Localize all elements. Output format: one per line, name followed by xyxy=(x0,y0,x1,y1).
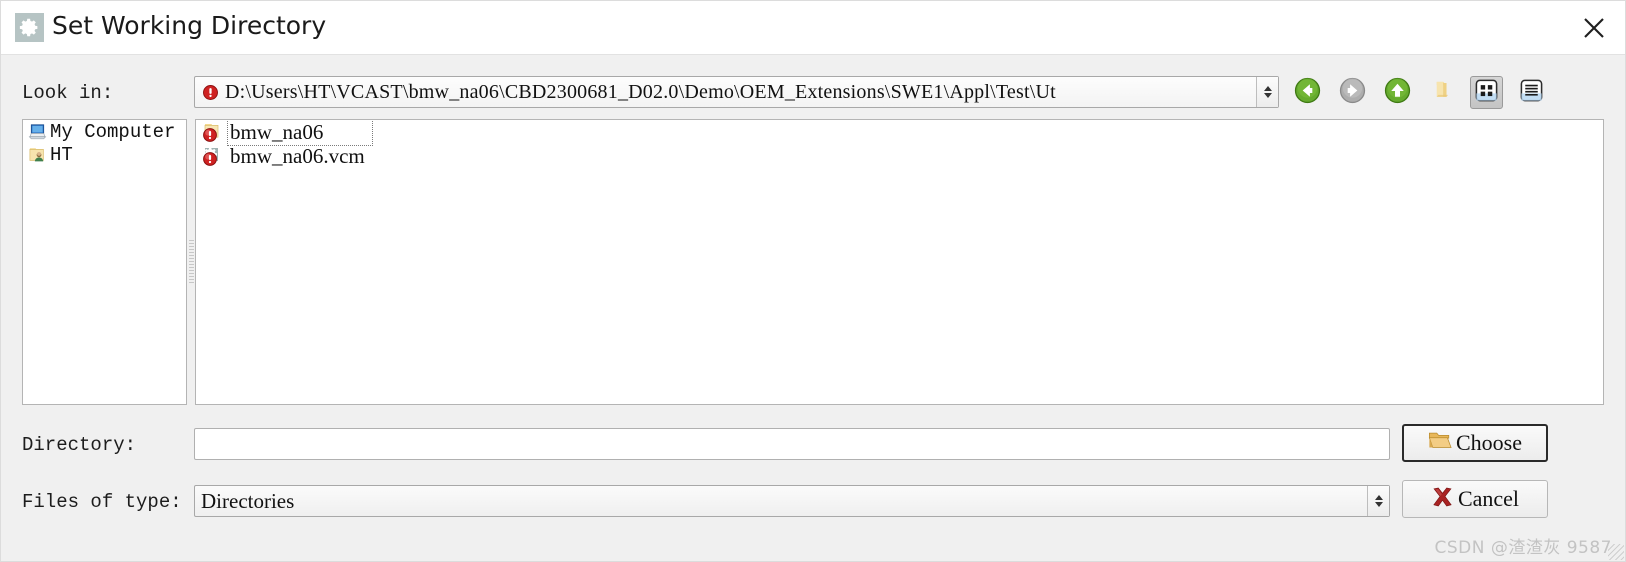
user-folder-icon xyxy=(28,145,50,164)
path-error-icon xyxy=(202,84,219,101)
chevron-down-icon xyxy=(1263,93,1272,98)
list-item[interactable]: bmw_na06 xyxy=(196,120,1603,146)
path-combobox-spinner[interactable] xyxy=(1256,77,1278,107)
sidebar-item-ht[interactable]: HT xyxy=(23,143,186,166)
path-value: D:\Users\HT\VCAST\bmw_na06\CBD2300681_D0… xyxy=(225,80,1056,103)
files-of-type-label: Files of type: xyxy=(22,491,182,513)
list-view-button[interactable] xyxy=(1470,76,1503,109)
new-folder-icon xyxy=(1430,78,1455,108)
path-combobox[interactable]: D:\Users\HT\VCAST\bmw_na06\CBD2300681_D0… xyxy=(194,76,1279,108)
look-in-label: Look in: xyxy=(22,82,114,104)
panel-splitter[interactable] xyxy=(187,119,195,405)
cancel-button[interactable]: Cancel xyxy=(1402,480,1548,518)
forward-button[interactable] xyxy=(1336,76,1369,109)
files-of-type-spinner[interactable] xyxy=(1367,486,1389,516)
choose-button[interactable]: Choose xyxy=(1402,424,1548,462)
choose-button-label: Choose xyxy=(1456,430,1522,455)
file-list-view[interactable]: bmw_na06 bmw_na06.vcm xyxy=(195,119,1604,405)
open-folder-icon xyxy=(1428,430,1452,456)
csdn-watermark: CSDN @渣渣灰 9587 xyxy=(1434,538,1612,558)
list-item-label: bmw_na06.vcm xyxy=(230,143,365,168)
files-of-type-value: Directories xyxy=(201,488,295,513)
parent-dir-button[interactable] xyxy=(1381,76,1414,109)
splitter-grip-icon xyxy=(188,240,194,284)
folder-error-icon xyxy=(202,121,228,143)
gear-error-icon xyxy=(202,145,228,167)
cancel-button-label: Cancel xyxy=(1457,486,1520,511)
list-item-label: bmw_na06 xyxy=(227,120,373,146)
gear-icon xyxy=(15,13,44,42)
close-button[interactable] xyxy=(1574,8,1614,48)
detail-view-icon xyxy=(1519,78,1544,108)
resize-grip-icon[interactable] xyxy=(1608,544,1624,560)
detail-view-button[interactable] xyxy=(1515,76,1548,109)
sidebar-item-my-computer[interactable]: My Computer xyxy=(23,120,186,143)
list-item[interactable]: bmw_na06.vcm xyxy=(196,144,1603,168)
sidebar-item-label: My Computer xyxy=(50,120,176,143)
arrow-left-circle-icon xyxy=(1294,77,1321,109)
set-working-directory-dialog: Set Working Directory Look in: D:\Users\… xyxy=(0,0,1626,562)
chevron-down-icon xyxy=(1374,502,1383,507)
new-folder-button[interactable] xyxy=(1426,76,1459,109)
arrow-right-circle-icon xyxy=(1339,77,1366,109)
window-title: Set Working Directory xyxy=(52,11,327,40)
directory-label: Directory: xyxy=(22,434,137,456)
arrow-up-circle-icon xyxy=(1384,77,1411,109)
places-sidebar[interactable]: My Computer HT xyxy=(22,119,187,405)
red-x-icon xyxy=(1431,486,1454,513)
directory-input[interactable] xyxy=(194,428,1390,460)
back-button[interactable] xyxy=(1291,76,1324,109)
chevron-up-icon xyxy=(1263,86,1272,91)
grid-view-icon xyxy=(1474,78,1499,108)
chevron-up-icon xyxy=(1374,495,1383,500)
computer-icon xyxy=(28,122,50,141)
sidebar-item-label: HT xyxy=(50,143,73,166)
files-of-type-combobox[interactable]: Directories xyxy=(194,485,1390,517)
title-bar: Set Working Directory xyxy=(0,0,1626,55)
